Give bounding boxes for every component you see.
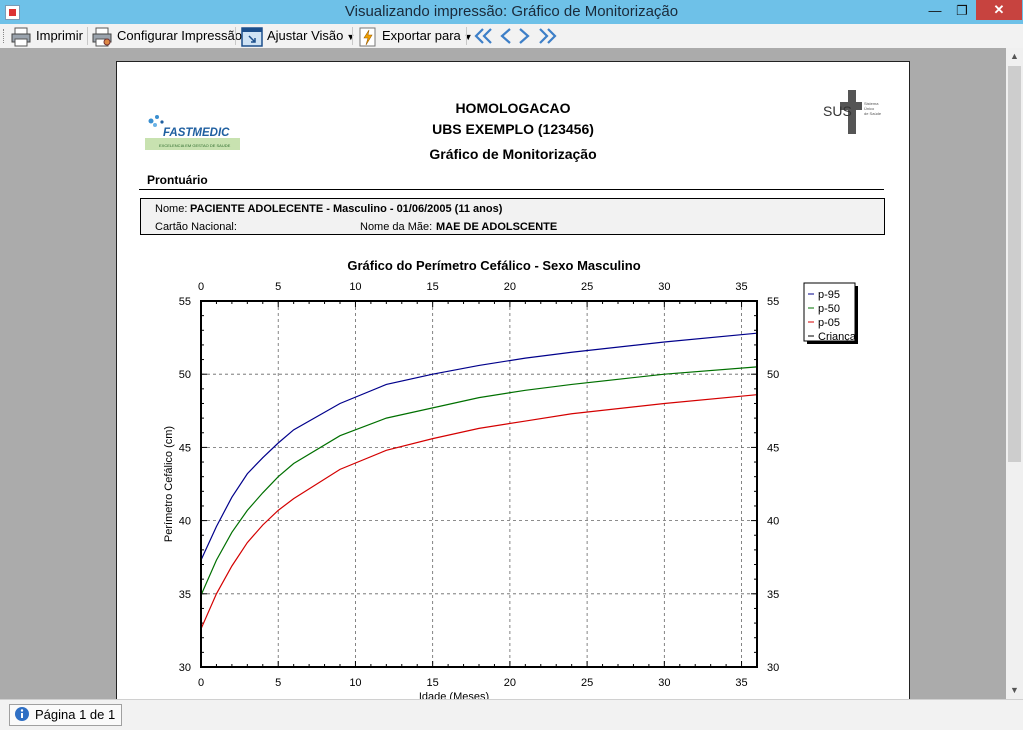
y-tick-label-right: 45 bbox=[767, 442, 779, 454]
toolbar: Imprimir Configurar Impressão Ajustar Vi… bbox=[0, 24, 1023, 49]
x-tick-label-top: 35 bbox=[735, 281, 747, 293]
mother-label: Nome da Mãe: bbox=[360, 221, 433, 233]
mother-value: MAE DE ADOLSCENTE bbox=[436, 221, 558, 233]
last-page-button[interactable] bbox=[537, 26, 561, 46]
window-title: Visualizando impressão: Gráfico de Monit… bbox=[344, 3, 679, 20]
print-button[interactable]: Imprimir bbox=[10, 26, 83, 47]
page-indicator-label: Página 1 de 1 bbox=[35, 707, 116, 722]
printer-icon bbox=[11, 27, 31, 47]
x-axis-label: Idade (Meses) bbox=[419, 691, 489, 699]
next-page-button[interactable] bbox=[516, 26, 534, 46]
legend-entry: p-95 bbox=[818, 289, 840, 301]
y-tick-label-right: 50 bbox=[767, 369, 779, 381]
previous-page-button[interactable] bbox=[496, 26, 514, 46]
y-tick-label-left: 50 bbox=[179, 369, 191, 381]
vertical-scrollbar[interactable]: ▲ ▼ bbox=[1006, 48, 1023, 699]
toolbar-separator bbox=[235, 27, 236, 45]
toolbar-separator bbox=[352, 27, 353, 45]
first-page-button[interactable] bbox=[472, 26, 494, 46]
toolbar-separator bbox=[466, 27, 467, 45]
x-tick-label-bottom: 15 bbox=[427, 677, 439, 689]
y-tick-label-left: 45 bbox=[179, 442, 191, 454]
y-tick-label-left: 35 bbox=[179, 589, 191, 601]
double-chevron-left-icon bbox=[474, 28, 492, 44]
scroll-down-icon[interactable]: ▼ bbox=[1006, 682, 1023, 699]
report-header-line1: HOMOLOGACAO bbox=[455, 100, 571, 116]
patient-info-box: Nome: PACIENTE ADOLECENTE - Masculino - … bbox=[140, 198, 885, 235]
y-tick-label-left: 40 bbox=[179, 516, 191, 528]
legend-entry: p-50 bbox=[818, 303, 840, 315]
export-button[interactable]: Exportar para ▼ bbox=[358, 26, 473, 47]
y-axis-label: Perímetro Cefálico (cm) bbox=[163, 426, 175, 542]
y-tick-label-left: 55 bbox=[179, 296, 191, 308]
adjust-view-button[interactable]: Ajustar Visão ▼ bbox=[241, 26, 356, 47]
name-value: PACIENTE ADOLECENTE - Masculino - 01/06/… bbox=[190, 203, 503, 215]
chart-title: Gráfico do Perímetro Cefálico - Sexo Mas… bbox=[347, 258, 640, 273]
x-tick-label-top: 25 bbox=[581, 281, 593, 293]
title-bar: Visualizando impressão: Gráfico de Monit… bbox=[0, 0, 1023, 24]
chevron-left-icon bbox=[500, 28, 511, 44]
double-chevron-right-icon bbox=[539, 28, 557, 44]
export-lightning-icon bbox=[359, 27, 376, 47]
sus-logo: SUS Sistema Único de Saúde bbox=[823, 90, 882, 134]
chevron-right-icon bbox=[519, 28, 530, 44]
y-tick-label-right: 35 bbox=[767, 589, 779, 601]
print-label: Imprimir bbox=[36, 28, 83, 43]
head-circumference-chart: Gráfico do Perímetro Cefálico - Sexo Mas… bbox=[163, 258, 858, 699]
export-label: Exportar para bbox=[382, 28, 461, 43]
page-setup-label: Configurar Impressão bbox=[117, 28, 242, 43]
info-icon bbox=[15, 707, 29, 721]
report-title: Gráfico de Monitorização bbox=[429, 146, 597, 162]
x-tick-label-bottom: 35 bbox=[735, 677, 747, 689]
x-tick-label-bottom: 20 bbox=[504, 677, 516, 689]
scroll-up-icon[interactable]: ▲ bbox=[1006, 48, 1023, 65]
y-tick-label-right: 30 bbox=[767, 662, 779, 674]
adjust-view-label: Ajustar Visão bbox=[267, 28, 344, 43]
preview-area[interactable]: FASTMEDIC EXCELENCIA EM GESTAO DE SAUDE … bbox=[0, 48, 1006, 699]
x-tick-label-bottom: 25 bbox=[581, 677, 593, 689]
x-tick-label-bottom: 5 bbox=[275, 677, 281, 689]
legend-entry: Criança bbox=[818, 331, 857, 343]
scroll-thumb[interactable] bbox=[1008, 66, 1021, 462]
plot-area bbox=[201, 301, 757, 667]
zoom-view-icon bbox=[241, 26, 263, 47]
x-tick-label-bottom: 30 bbox=[658, 677, 670, 689]
report-header-line2: UBS EXEMPLO (123456) bbox=[432, 121, 594, 137]
x-tick-label-top: 5 bbox=[275, 281, 281, 293]
printer-setup-icon bbox=[92, 27, 112, 47]
x-tick-label-top: 30 bbox=[658, 281, 670, 293]
section-divider bbox=[139, 189, 884, 190]
y-tick-label-left: 30 bbox=[179, 662, 191, 674]
restore-button[interactable]: ❐ bbox=[947, 0, 977, 22]
chevron-down-icon: ▼ bbox=[346, 32, 356, 42]
x-tick-label-top: 0 bbox=[198, 281, 204, 293]
sus-wordmark: SUS bbox=[823, 103, 852, 119]
x-tick-label-bottom: 0 bbox=[198, 677, 204, 689]
page-setup-button[interactable]: Configurar Impressão bbox=[91, 26, 242, 47]
name-label: Nome: bbox=[155, 203, 188, 215]
legend-entry: p-05 bbox=[818, 317, 840, 329]
svg-text:de Saúde: de Saúde bbox=[864, 111, 882, 116]
toolbar-separator bbox=[87, 27, 88, 45]
x-tick-label-bottom: 10 bbox=[349, 677, 361, 689]
report-page: FASTMEDIC EXCELENCIA EM GESTAO DE SAUDE … bbox=[116, 61, 910, 699]
minimize-button[interactable]: — bbox=[920, 0, 950, 22]
status-bar: Página 1 de 1 bbox=[0, 699, 1023, 730]
card-label: Cartão Nacional: bbox=[155, 221, 237, 233]
x-tick-label-top: 10 bbox=[349, 281, 361, 293]
page-indicator: Página 1 de 1 bbox=[9, 704, 123, 726]
x-tick-label-top: 20 bbox=[504, 281, 516, 293]
section-title: Prontuário bbox=[147, 173, 208, 187]
y-tick-label-right: 55 bbox=[767, 296, 779, 308]
toolbar-grip[interactable] bbox=[3, 29, 6, 43]
x-tick-label-top: 15 bbox=[427, 281, 439, 293]
close-button[interactable]: ✕ bbox=[976, 0, 1022, 20]
y-tick-label-right: 40 bbox=[767, 516, 779, 528]
